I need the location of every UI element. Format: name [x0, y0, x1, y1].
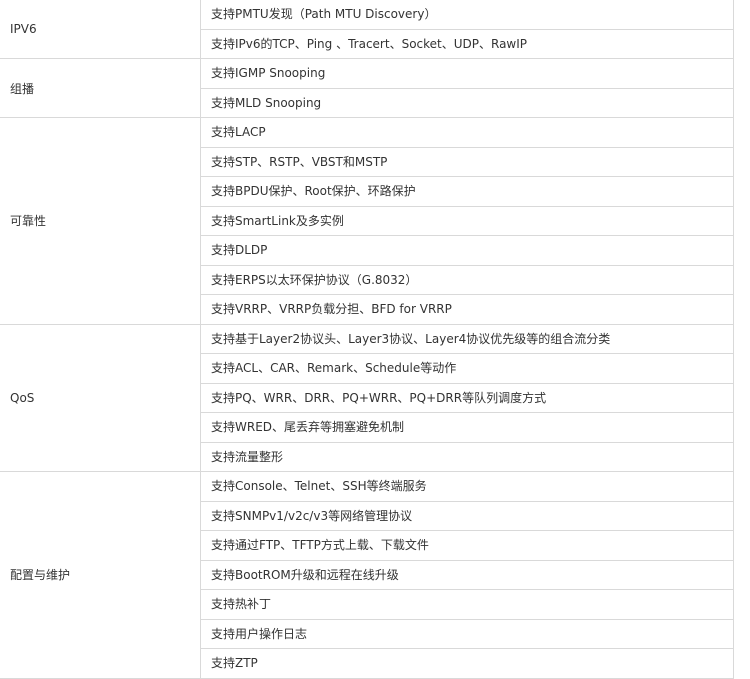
feature-cell: 支持ACL、CAR、Remark、Schedule等动作	[200, 353, 734, 384]
feature-cell: 支持基于Layer2协议头、Layer3协议、Layer4协议优先级等的组合流分…	[200, 323, 734, 354]
feature-cell: 支持BootROM升级和远程在线升级	[200, 559, 734, 590]
feature-cell: 支持通过FTP、TFTP方式上载、下载文件	[200, 530, 734, 561]
feature-cell: 支持MLD Snooping	[200, 87, 734, 118]
category-cell: 可靠性	[0, 117, 201, 325]
feature-cell: 支持流量整形	[200, 441, 734, 472]
table-row: 配置与维护 支持Console、Telnet、SSH等终端服务	[0, 471, 734, 679]
feature-cell: 支持IPv6的TCP、Ping 、Tracert、Socket、UDP、RawI…	[200, 28, 734, 59]
feature-cell: 支持IGMP Snooping	[200, 58, 734, 89]
feature-cell: 支持ERPS以太环保护协议（G.8032）	[200, 264, 734, 295]
feature-cell: 支持WRED、尾丢弃等拥塞避免机制	[200, 412, 734, 443]
feature-cell: 支持STP、RSTP、VBST和MSTP	[200, 146, 734, 177]
feature-cell: 支持LACP	[200, 117, 734, 148]
feature-cell: 支持BPDU保护、Root保护、环路保护	[200, 176, 734, 207]
table-row: QoS 支持基于Layer2协议头、Layer3协议、Layer4协议优先级等的组…	[0, 323, 734, 472]
feature-cell: 支持DLDP	[200, 235, 734, 266]
feature-cell: 支持SNMPv1/v2c/v3等网络管理协议	[200, 500, 734, 531]
category-cell: 组播	[0, 58, 201, 118]
feature-cell: 支持PMTU发现（Path MTU Discovery）	[200, 0, 734, 30]
table-row: IPV6 支持PMTU发现（Path MTU Discovery）	[0, 0, 734, 59]
table-row: 组播 支持IGMP Snooping	[0, 58, 734, 118]
spec-table: IPV6 支持PMTU发现（Path MTU Discovery） 支持IPv6的T…	[0, 0, 734, 679]
feature-cell: 支持VRRP、VRRP负载分担、BFD for VRRP	[200, 294, 734, 325]
feature-cell: 支持SmartLink及多实例	[200, 205, 734, 236]
feature-cell: 支持ZTP	[200, 648, 734, 679]
category-cell: 配置与维护	[0, 471, 201, 679]
feature-cell: 支持Console、Telnet、SSH等终端服务	[200, 471, 734, 502]
table-row: 可靠性 支持LACP	[0, 117, 734, 325]
feature-cell: 支持热补丁	[200, 589, 734, 620]
feature-cell: 支持用户操作日志	[200, 618, 734, 649]
category-cell: QoS	[0, 323, 201, 472]
feature-cell: 支持PQ、WRR、DRR、PQ+WRR、PQ+DRR等队列调度方式	[200, 382, 734, 413]
category-cell: IPV6	[0, 0, 201, 59]
spec-table-body: IPV6 支持PMTU发现（Path MTU Discovery） 支持IPv6的T…	[0, 0, 734, 679]
